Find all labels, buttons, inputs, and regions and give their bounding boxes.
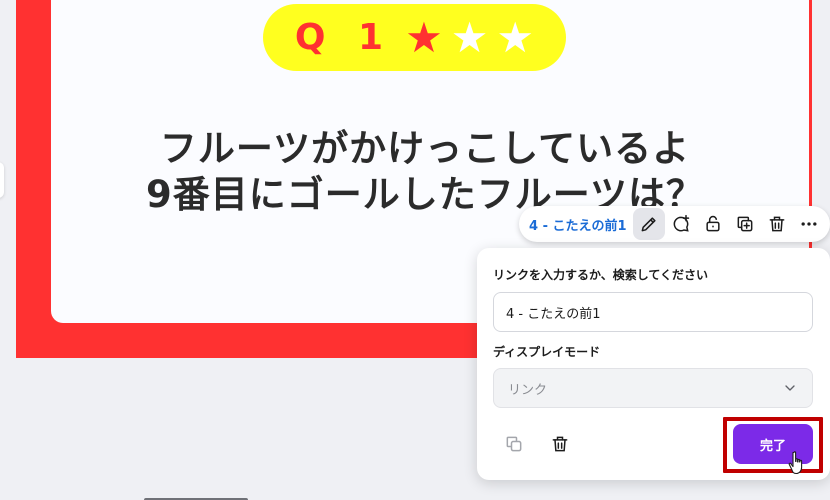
display-mode-select[interactable]: リンク xyxy=(493,368,813,408)
side-panel-handle[interactable] xyxy=(0,162,4,198)
question-badge: Q 1 ★ ★ ★ xyxy=(263,4,566,71)
trash-icon[interactable] xyxy=(761,208,793,240)
question-number: Q 1 xyxy=(294,17,394,58)
star-filled-icon: ★ xyxy=(405,12,443,62)
question-text: フルーツがかけっこしているよ 9番目にゴールしたフルーツは？ xyxy=(145,127,704,216)
star-empty-icon: ★ xyxy=(496,12,535,62)
duplicate-icon[interactable] xyxy=(729,208,761,240)
display-mode-value: リンク xyxy=(508,382,548,398)
delete-link-icon[interactable] xyxy=(545,429,575,459)
lock-icon[interactable] xyxy=(697,208,729,240)
comment-add-icon[interactable] xyxy=(665,208,697,240)
link-search-input[interactable] xyxy=(493,292,813,332)
star-empty-icon: ★ xyxy=(450,12,489,62)
display-mode-label: ディスプレイモード xyxy=(493,345,601,359)
pencil-icon[interactable] xyxy=(632,208,665,240)
link-input-label: リンクを入力するか、検索してください xyxy=(493,268,709,282)
link-toolbar: 4 - こたえの前1 xyxy=(519,206,830,242)
copy-link-icon[interactable] xyxy=(499,429,529,459)
chevron-down-icon xyxy=(785,385,795,391)
link-target-chip[interactable]: 4 - こたえの前1 xyxy=(519,215,633,234)
more-icon[interactable] xyxy=(793,208,825,240)
hand-cursor-icon xyxy=(788,451,803,475)
